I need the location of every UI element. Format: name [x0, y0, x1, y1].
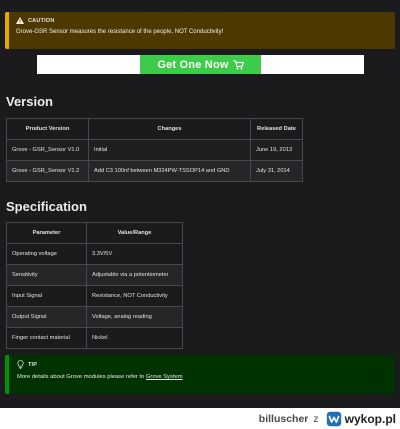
tip-heading: TIP — [17, 360, 387, 369]
table-cell: Sensitivity — [6, 264, 87, 286]
caution-text: Grove-GSR Sensor measures the resistance… — [16, 29, 224, 35]
wykop-icon — [326, 411, 341, 426]
watermark-bar: billuscher z wykop.pl — [0, 408, 400, 429]
table-row: Finger contact material Nickel — [6, 327, 183, 349]
table-cell: Operating voltage — [6, 243, 87, 265]
specification-table: Parameter Value/Range Operating voltage … — [6, 222, 183, 349]
tip-text-prefix: More details about Grove modules please … — [17, 374, 146, 380]
table-row: Output Signal Voltage, analog reading — [6, 306, 183, 328]
grove-system-link[interactable]: Grove System — [146, 374, 183, 380]
table-cell: Output Signal — [6, 306, 87, 328]
column-header: Released Date — [250, 118, 303, 140]
table-cell: 3.3V/5V — [86, 243, 183, 265]
version-table: Product Version Changes Released Date Gr… — [6, 118, 303, 182]
warning-icon — [16, 17, 24, 24]
wykop-logo: wykop.pl — [326, 411, 396, 427]
table-cell: Grove - GSR_Sensor V1.0 — [6, 139, 89, 161]
table-cell: Add C3 100nf between M324PW-TSSOP14 and … — [88, 160, 251, 182]
table-cell: Adjustable via a potentiometer — [86, 264, 183, 286]
table-cell: Grove - GSR_Sensor V1.2 — [6, 160, 89, 182]
column-header: Product Version — [6, 118, 89, 140]
get-one-now-button[interactable]: Get One Now — [140, 55, 261, 74]
table-cell: Finger contact material — [6, 327, 87, 349]
table-cell: Input Signal — [6, 285, 87, 307]
table-cell: Nickel — [86, 327, 183, 349]
tip-text: More details about Grove modules please … — [17, 374, 387, 380]
cart-icon — [233, 59, 244, 69]
table-row: Input Signal Resistance, NOT Conductivit… — [6, 285, 183, 307]
table-cell: July 31, 2014 — [250, 160, 303, 182]
version-heading: Version — [6, 94, 53, 109]
column-header: Parameter — [6, 222, 87, 244]
watermark-separator: z — [313, 412, 319, 425]
caution-admonition: CAUTION Grove-GSR Sensor measures the re… — [5, 12, 395, 49]
tip-admonition: TIP More details about Grove modules ple… — [5, 355, 395, 394]
caution-heading: CAUTION — [16, 17, 388, 24]
caution-title: CAUTION — [28, 17, 55, 24]
table-cell: Initial — [88, 139, 251, 161]
column-header: Value/Range — [86, 222, 183, 244]
table-row: Grove - GSR_Sensor V1.0 Initial June 19,… — [6, 139, 303, 161]
table-cell: Voltage, analog reading — [86, 306, 183, 328]
table-row: Grove - GSR_Sensor V1.2 Add C3 100nf bet… — [6, 160, 303, 182]
lightbulb-icon — [17, 360, 24, 369]
table-cell: Resistance, NOT Conductivity — [86, 285, 183, 307]
table-header-row: Parameter Value/Range — [6, 222, 183, 244]
table-cell: June 19, 2013 — [250, 139, 303, 161]
table-header-row: Product Version Changes Released Date — [6, 118, 303, 140]
wykop-wordmark: wykop.pl — [344, 411, 396, 426]
tip-title: TIP — [28, 361, 38, 368]
specification-heading: Specification — [6, 199, 87, 214]
column-header: Changes — [88, 118, 251, 140]
table-row: Operating voltage 3.3V/5V — [6, 243, 183, 265]
watermark-user: billuscher — [258, 412, 309, 425]
table-row: Sensitivity Adjustable via a potentiomet… — [6, 264, 183, 286]
get-one-now-label: Get One Now — [157, 58, 229, 71]
